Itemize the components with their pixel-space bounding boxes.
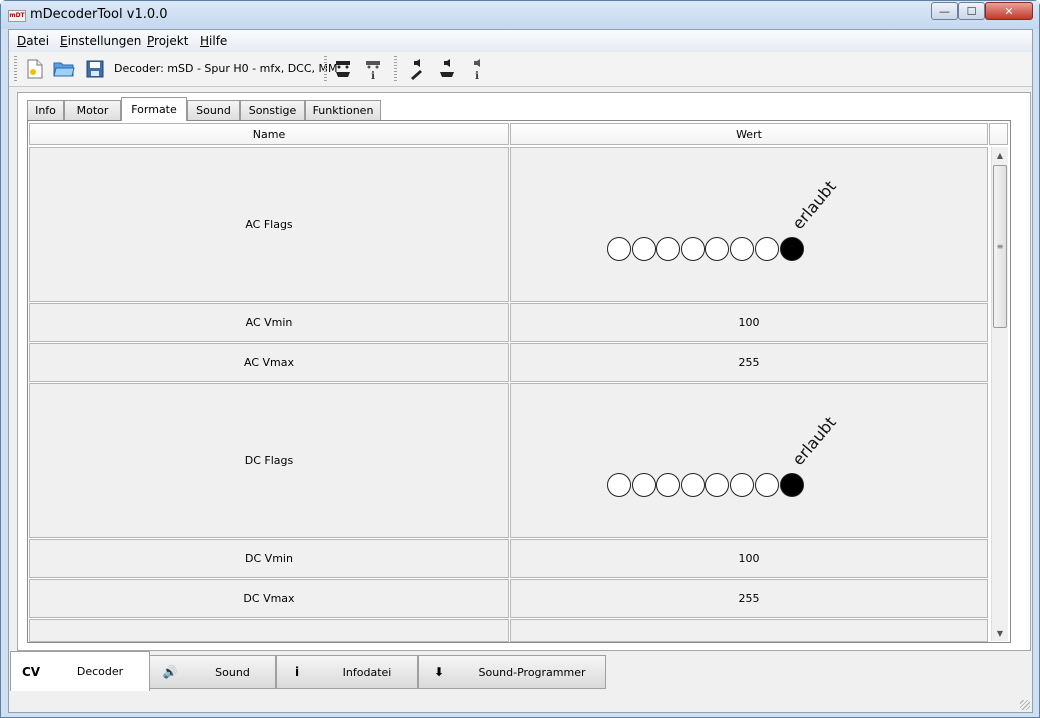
- svg-text:i: i: [475, 71, 479, 80]
- tab-sound[interactable]: Sound: [187, 100, 240, 120]
- menu-label: rojekt: [154, 34, 189, 48]
- bottom-tab-decoder[interactable]: CV Decoder: [10, 651, 150, 691]
- bottom-tab-sound[interactable]: 🔊 Sound: [149, 655, 276, 689]
- menu-label: instellungen: [67, 34, 142, 48]
- menu-projekt[interactable]: Projekt: [147, 34, 188, 48]
- flag-bit[interactable]: [656, 237, 680, 261]
- close-button[interactable]: ✕: [985, 2, 1033, 20]
- new-file-icon[interactable]: [24, 58, 46, 80]
- table-row-name: DC Vmin: [29, 539, 509, 578]
- scroll-down-arrow-icon[interactable]: ▼: [992, 625, 1008, 641]
- sound-read-icon[interactable]: [436, 58, 458, 80]
- flag-bit[interactable]: [632, 473, 656, 497]
- flag-label: erlaubt: [788, 412, 840, 469]
- speaker-icon: 🔊: [162, 665, 178, 679]
- open-folder-icon[interactable]: [53, 58, 75, 80]
- decoder-info-label: Decoder: mSD - Spur H0 - mfx, DCC, MM: [114, 62, 338, 75]
- menu-accel-key: P: [147, 34, 155, 48]
- cv-icon: CV: [21, 664, 41, 679]
- flag-label: erlaubt: [788, 176, 840, 233]
- toolbar-grip[interactable]: [14, 56, 17, 82]
- table-row-value[interactable]: 100: [510, 303, 988, 342]
- menu-label: atei: [26, 34, 50, 48]
- table-row-name: DC Vmax: [29, 579, 509, 618]
- status-bar: [9, 694, 1032, 712]
- menu-hilfe[interactable]: Hilfe: [200, 34, 227, 48]
- flag-bit[interactable]: [607, 237, 631, 261]
- client-area: Datei Einstellungen Projekt Hilfe Decode…: [8, 29, 1033, 713]
- table-row-name: AC Flags: [29, 147, 509, 302]
- table-row-name: AC Vmax: [29, 343, 509, 382]
- flag-bit-active[interactable]: [780, 473, 804, 497]
- menu-datei[interactable]: Datei: [17, 34, 49, 48]
- svg-text:i: i: [371, 71, 375, 80]
- column-header-name[interactable]: Name: [29, 123, 509, 145]
- flags-cell[interactable]: erlaubt: [510, 383, 988, 538]
- scroll-up-arrow-icon[interactable]: ▲: [992, 147, 1008, 163]
- toolbar-grip[interactable]: [394, 56, 397, 82]
- tab-motor[interactable]: Motor: [64, 100, 121, 120]
- table-row-value[interactable]: 100: [510, 539, 988, 578]
- flag-bit-active[interactable]: [780, 237, 804, 261]
- table-row-value[interactable]: 255: [510, 343, 988, 382]
- loco-read-icon[interactable]: [332, 58, 354, 80]
- bottom-tab-infodatei[interactable]: i Infodatei: [276, 655, 418, 689]
- menu-bar: Datei Einstellungen Projekt Hilfe: [9, 30, 1032, 53]
- menu-einstellungen[interactable]: Einstellungen: [60, 34, 141, 48]
- app-window: mDT mDecoderTool v1.0.0 — ☐ ✕ Datei Eins…: [0, 0, 1040, 718]
- loco-info-icon[interactable]: i: [362, 58, 384, 80]
- flag-bit[interactable]: [755, 473, 779, 497]
- flag-bit[interactable]: [681, 473, 705, 497]
- title-bar[interactable]: mDT mDecoderTool v1.0.0 — ☐ ✕: [1, 1, 1039, 29]
- save-icon[interactable]: [84, 58, 106, 80]
- flag-bit[interactable]: [656, 473, 680, 497]
- flag-bit[interactable]: [755, 237, 779, 261]
- minimize-button[interactable]: —: [931, 2, 958, 20]
- table-row-name: [29, 619, 509, 642]
- flag-bit[interactable]: [705, 237, 729, 261]
- flag-bit[interactable]: [632, 237, 656, 261]
- bottom-tab-label: Sound-Programmer: [478, 665, 586, 679]
- menu-label: ilfe: [209, 34, 228, 48]
- flag-bits[interactable]: erlaubt: [607, 177, 907, 278]
- cv-table: Name Wert AC Flags erlaubt AC Vmin 100 A…: [27, 120, 1011, 643]
- menu-accel-key: D: [17, 34, 27, 48]
- bottom-tab-label: Sound: [215, 665, 250, 679]
- sound-settings-icon[interactable]: [406, 58, 428, 80]
- resize-grip-icon[interactable]: [1020, 700, 1030, 710]
- download-loco-icon: ⬇: [433, 665, 445, 679]
- tab-info[interactable]: Info: [27, 100, 64, 120]
- tab-formate[interactable]: Formate: [121, 97, 187, 121]
- bottom-tab-label: Decoder: [76, 665, 124, 678]
- flag-bit[interactable]: [730, 473, 754, 497]
- bottom-tab-sound-programmer[interactable]: ⬇ Sound-Programmer: [418, 655, 606, 689]
- bottom-tab-bar: CV Decoder 🔊 Sound i Infodatei ⬇ Sound-P…: [9, 651, 1032, 691]
- table-row-value[interactable]: 255: [510, 579, 988, 618]
- flags-cell[interactable]: erlaubt: [510, 147, 988, 302]
- flag-bits[interactable]: erlaubt: [607, 413, 907, 514]
- flag-bit[interactable]: [607, 473, 631, 497]
- sound-info-icon[interactable]: i: [466, 58, 488, 80]
- bottom-tab-label: Infodatei: [342, 665, 392, 679]
- table-row-name: DC Flags: [29, 383, 509, 538]
- tab-funktionen[interactable]: Funktionen: [305, 100, 381, 120]
- flag-bit[interactable]: [681, 237, 705, 261]
- info-icon: i: [294, 665, 300, 679]
- flag-bit[interactable]: [730, 237, 754, 261]
- tab-sonstige[interactable]: Sonstige: [240, 100, 305, 120]
- column-header-value[interactable]: Wert: [510, 123, 988, 145]
- app-logo: mDT: [8, 10, 26, 22]
- vertical-scrollbar[interactable]: ▲ ≡ ▼: [991, 147, 1008, 641]
- menu-accel-key: H: [200, 34, 210, 48]
- flag-bit[interactable]: [705, 473, 729, 497]
- toolbar: Decoder: mSD - Spur H0 - mfx, DCC, MM i …: [9, 52, 1032, 87]
- maximize-button[interactable]: ☐: [958, 2, 985, 20]
- menu-accel-key: E: [60, 34, 68, 48]
- table-row-value[interactable]: [510, 619, 988, 642]
- table-row-name: AC Vmin: [29, 303, 509, 342]
- window-title: mDecoderTool v1.0.0: [30, 7, 168, 22]
- toolbar-grip[interactable]: [324, 56, 327, 82]
- scrollbar-thumb[interactable]: ≡: [993, 165, 1007, 328]
- column-header-corner: [989, 123, 1008, 145]
